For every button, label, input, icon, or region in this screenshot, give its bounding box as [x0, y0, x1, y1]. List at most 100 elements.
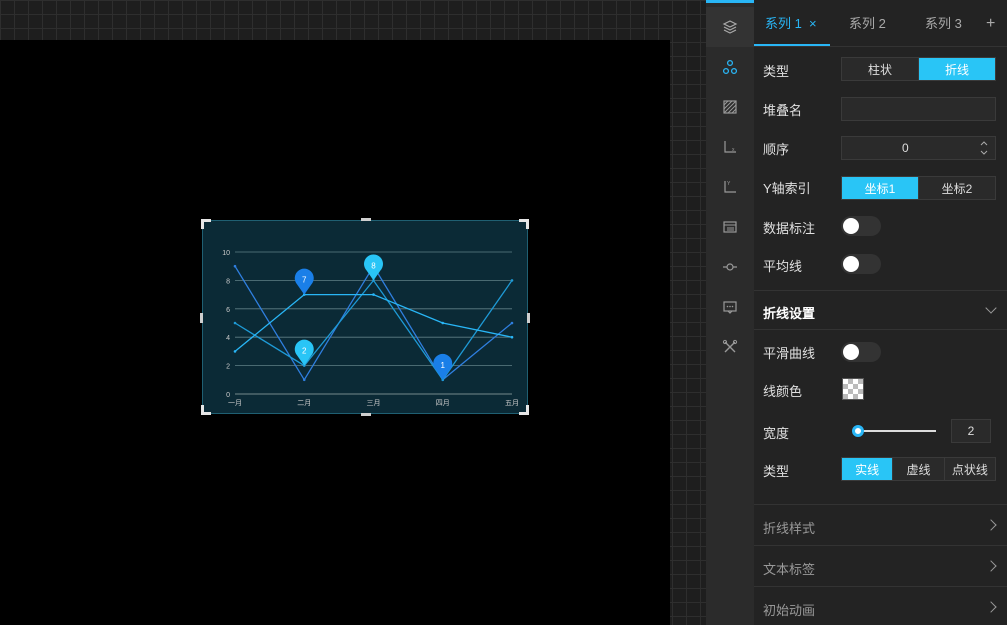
data-point	[233, 321, 237, 325]
average-line-label: 平均线	[763, 259, 803, 274]
marker-label: 2	[302, 347, 307, 356]
line-style-dotted[interactable]: 点状线	[945, 458, 995, 480]
section-text-label[interactable]: 文本标签	[754, 545, 1007, 586]
x-tick-label: 四月	[436, 399, 450, 407]
section-line-style[interactable]: 折线样式	[754, 504, 1007, 545]
tab-series-3[interactable]: 系列 3	[925, 12, 962, 36]
resize-handle-bottom[interactable]	[361, 413, 371, 416]
x-axis-icon[interactable]: x	[706, 127, 754, 167]
resize-handle-right[interactable]	[527, 313, 530, 323]
data-point	[510, 335, 514, 339]
tab-series-1[interactable]: 系列 1	[765, 12, 802, 36]
series-settings-panel: 系列 1 × 系列 2 系列 3 + 类型 柱状 折线 堆叠名 顺序 0 Y轴索…	[754, 0, 1007, 625]
tab-series-2[interactable]: 系列 2	[849, 12, 886, 36]
stack-name-input[interactable]	[841, 97, 996, 121]
data-label-switch[interactable]	[841, 216, 881, 236]
resize-handle-top-left[interactable]	[201, 219, 211, 229]
smooth-curve-label: 平滑曲线	[763, 346, 816, 361]
section-text-label-title: 文本标签	[763, 562, 816, 577]
resize-handle-left[interactable]	[200, 313, 203, 323]
series-line	[234, 264, 513, 382]
resize-handle-bottom-left[interactable]	[201, 405, 211, 415]
marker-label: 8	[371, 261, 376, 270]
switch-knob	[843, 218, 859, 234]
section-line-style-title: 折线样式	[763, 521, 816, 536]
data-point	[510, 321, 514, 325]
svg-text:Y: Y	[727, 181, 731, 187]
y-axis-option-1[interactable]: 坐标1	[842, 177, 919, 199]
data-point	[372, 293, 375, 296]
settings-icon-rail: x Y	[706, 0, 754, 625]
marker-icon[interactable]	[706, 247, 754, 287]
x-tick-label: 三月	[367, 399, 381, 407]
y-tick-label: 2	[226, 364, 230, 371]
line-style-label: 类型	[763, 464, 790, 479]
resize-handle-top[interactable]	[361, 218, 371, 221]
y-tick-label: 10	[222, 250, 230, 257]
order-value: 0	[902, 141, 909, 155]
line-chart: 0 2 4 6 8 10 一月 二月 三月 四月 五月 7 2 8 1	[222, 250, 519, 407]
order-label: 顺序	[763, 142, 790, 157]
width-label: 宽度	[763, 426, 790, 441]
data-point	[302, 378, 306, 382]
type-label: 类型	[763, 64, 790, 79]
tools-icon[interactable]	[706, 327, 754, 367]
nodes-icon[interactable]	[706, 47, 754, 87]
line-style-dashed[interactable]: 虚线	[893, 458, 945, 480]
layers-icon[interactable]	[706, 7, 754, 47]
y-tick-label: 0	[226, 392, 230, 399]
x-tick-label: 五月	[505, 399, 519, 407]
data-point	[441, 321, 445, 325]
y-axis-option-2[interactable]: 坐标2	[919, 177, 995, 199]
x-tick-label: 一月	[228, 399, 242, 407]
chart-widget[interactable]: 0 2 4 6 8 10 一月 二月 三月 四月 五月 7 2 8 1	[200, 218, 530, 416]
type-option-line[interactable]: 折线	[919, 58, 995, 80]
width-slider-track[interactable]	[854, 430, 936, 432]
width-slider-handle[interactable]	[852, 425, 865, 437]
section-initial-animation[interactable]: 初始动画	[754, 586, 1007, 625]
data-label-label: 数据标注	[763, 221, 816, 236]
series-tabs: 系列 1 × 系列 2 系列 3 +	[754, 0, 1007, 47]
close-tab-icon[interactable]: ×	[809, 12, 817, 36]
smooth-curve-switch[interactable]	[841, 342, 881, 362]
chart-type-toggle: 柱状 折线	[841, 57, 996, 81]
section-initial-animation-title: 初始动画	[763, 603, 816, 618]
y-tick-label: 4	[226, 335, 230, 342]
y-axis-icon[interactable]: Y	[706, 167, 754, 207]
line-color-label: 线颜色	[763, 384, 803, 399]
stack-name-label: 堆叠名	[763, 103, 803, 118]
add-tab-icon[interactable]: +	[986, 12, 995, 36]
type-option-bar[interactable]: 柱状	[842, 58, 919, 80]
resize-handle-top-right[interactable]	[519, 219, 529, 229]
line-settings-header[interactable]: 折线设置	[754, 290, 1007, 330]
canvas[interactable]: 0 2 4 6 8 10 一月 二月 三月 四月 五月 7 2 8 1	[0, 40, 670, 625]
legend-icon[interactable]	[706, 207, 754, 247]
chevron-right-icon	[985, 560, 997, 572]
work-area: 0 2 4 6 8 10 一月 二月 三月 四月 五月 7 2 8 1	[0, 0, 706, 625]
marker-label: 7	[302, 276, 307, 285]
data-point	[233, 264, 237, 268]
average-line-switch[interactable]	[841, 254, 881, 274]
y-tick-label: 6	[226, 307, 230, 314]
chevron-down-icon	[985, 302, 997, 314]
line-style-toggle: 实线 虚线 点状线	[841, 457, 996, 481]
order-stepper[interactable]: 0	[841, 136, 996, 160]
y-axis-index-toggle: 坐标1 坐标2	[841, 176, 996, 200]
resize-handle-bottom-right[interactable]	[519, 405, 529, 415]
rail-active-indicator	[706, 0, 754, 3]
line-color-swatch[interactable]	[842, 378, 864, 400]
marker-label: 1	[441, 361, 446, 370]
width-input[interactable]: 2	[951, 419, 991, 443]
stepper-arrows-icon[interactable]	[979, 139, 989, 157]
line-settings-title: 折线设置	[763, 306, 816, 321]
tooltip-icon[interactable]	[706, 287, 754, 327]
hatch-icon[interactable]	[706, 87, 754, 127]
active-tab-underline	[754, 44, 830, 46]
series-line	[234, 293, 513, 352]
chevron-right-icon	[985, 519, 997, 531]
data-point	[510, 279, 514, 282]
switch-knob	[843, 344, 859, 360]
x-tick-label: 二月	[297, 399, 311, 407]
switch-knob	[843, 256, 859, 272]
line-style-solid[interactable]: 实线	[842, 458, 894, 480]
